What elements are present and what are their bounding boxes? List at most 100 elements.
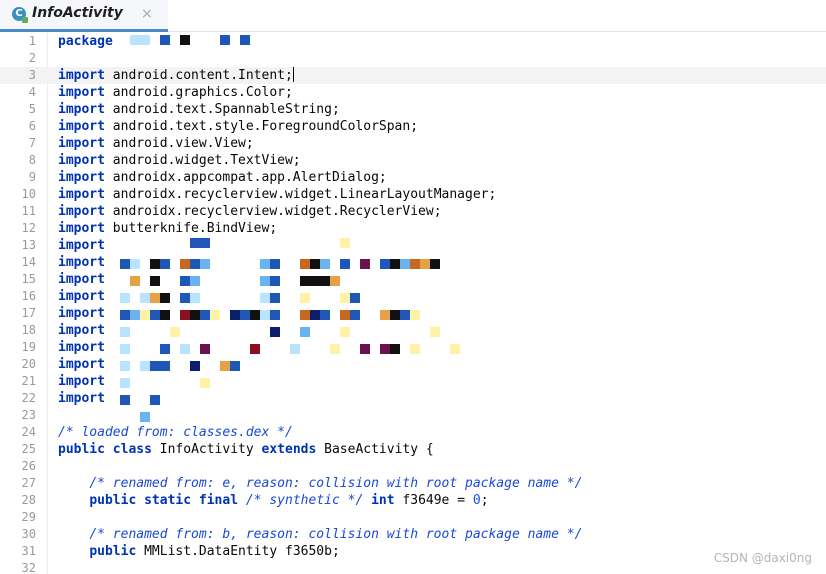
redaction-block [300,310,310,320]
code-token: MMList.DataEntity f3650b; [136,544,340,559]
redaction-block [380,310,390,320]
code-line[interactable]: 11 import androidx.recyclerview.widget.Re… [0,203,826,220]
redaction-block [200,344,210,354]
redaction-block [150,259,160,269]
redaction-block [120,395,130,405]
close-icon[interactable]: × [141,6,153,22]
redaction-block [310,276,320,286]
code-editor[interactable]: 1 package 2 3 import android.content.Intent;… [0,33,826,574]
code-line[interactable]: 7 import android.view.View; [0,135,826,152]
line-number: 26 [21,459,36,473]
redaction-block [170,327,180,337]
code-text: import [58,237,105,254]
keyword-token: extends [261,442,317,457]
redaction-block [340,259,350,269]
redaction-block [270,276,280,286]
redaction-block [150,310,160,320]
redaction-block [390,344,400,354]
code-token: android.content.Intent; [104,68,293,83]
code-line[interactable]: 9 import androidx.appcompat.app.AlertDial… [0,169,826,186]
redaction-block [410,344,420,354]
code-line[interactable]: 4 import android.graphics.Color; [0,84,826,101]
code-line[interactable]: 24 /* loaded from: classes.dex */ [0,424,826,441]
tab-infoactivity[interactable]: C InfoActivity × [0,0,168,32]
redaction-block [230,310,240,320]
redaction-block [410,259,420,269]
line-number: 14 [21,255,36,269]
code-text: public static final /* synthetic */ int … [58,492,488,509]
line-number: 17 [21,306,36,320]
code-line[interactable]: 30 /* renamed from: b, reason: collision… [0,526,826,543]
code-text: import [58,288,105,305]
code-line[interactable]: 5 import android.text.SpannableString; [0,101,826,118]
redaction-block [180,310,190,320]
line-number: 2 [28,51,36,65]
code-line[interactable]: 23 [0,407,826,424]
code-text: import butterknife.BindView; [58,220,277,237]
redaction-block [350,310,360,320]
code-line[interactable]: 25 public class InfoActivity extends Base… [0,441,826,458]
redaction-block [180,259,190,269]
line-number: 21 [21,374,36,388]
code-text: import androidx.recyclerview.widget.Line… [58,186,496,203]
redaction-block [360,344,370,354]
keyword-token: import [58,68,105,83]
line-number: 1 [28,34,36,48]
line-number: 4 [28,85,36,99]
redaction-block [140,293,150,303]
redaction-block [300,259,310,269]
code-token: BaseActivity { [316,442,434,457]
code-line[interactable]: 27 /* renamed from: e, reason: collision… [0,475,826,492]
redaction-block [190,238,200,248]
text-caret [292,67,294,82]
keyword-token: import [58,357,105,372]
redaction-block [260,276,270,286]
line-number: 20 [21,357,36,371]
redaction-block [310,259,320,269]
redaction-block [190,361,200,371]
code-line[interactable]: 28 public static final /* synthetic */ i… [0,492,826,509]
keyword-token: import [58,272,105,287]
code-line[interactable]: 26 [0,458,826,475]
code-line[interactable]: 13 import [0,237,826,254]
keyword-token: public [58,442,105,457]
redaction-block [140,361,150,371]
redaction-block [190,310,200,320]
redaction-block [390,310,400,320]
tab-bar-divider [168,31,826,32]
code-line[interactable]: 10 import androidx.recyclerview.widget.Li… [0,186,826,203]
code-line[interactable]: 32 [0,560,826,574]
line-number: 18 [21,323,36,337]
line-number: 8 [28,153,36,167]
redaction-block [160,35,170,45]
redaction-block [300,293,310,303]
redaction-block [380,344,390,354]
code-line[interactable]: 1 package [0,33,826,50]
code-text: import android.content.Intent; [58,67,294,84]
redaction-block [180,293,190,303]
code-line[interactable]: 15 import [0,271,826,288]
redaction-block [200,378,210,388]
code-token: f3649e = [394,493,473,508]
code-line[interactable]: 29 [0,509,826,526]
code-line[interactable]: 8 import android.widget.TextView; [0,152,826,169]
code-line[interactable]: 12 import butterknife.BindView; [0,220,826,237]
redaction-block [360,259,370,269]
comment-token: /* renamed from: b, reason: collision wi… [89,527,583,542]
redaction-block [420,259,430,269]
redaction-block [200,259,210,269]
keyword-token: import [58,221,105,236]
code-line[interactable]: 3 import android.content.Intent; [0,67,826,84]
redaction-block [180,344,190,354]
line-number: 13 [21,238,36,252]
code-line[interactable]: 31 public MMList.DataEntity f3650b; [0,543,826,560]
code-line[interactable]: 2 [0,50,826,67]
redaction-block [400,310,410,320]
keyword-token: import [58,153,105,168]
code-text: import [58,390,105,407]
code-line[interactable]: 6 import android.text.style.ForegroundCol… [0,118,826,135]
